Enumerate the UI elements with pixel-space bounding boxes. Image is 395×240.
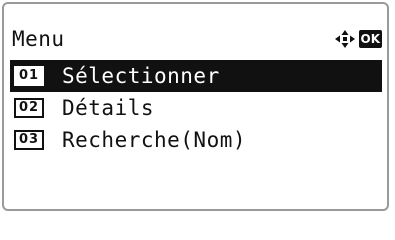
panel-screen: Menu OK 01 Sélectionner 02 Détails 03 Re… [2, 2, 389, 211]
menu-item-label: Détails [62, 96, 155, 120]
menu-item-selectionner[interactable]: 01 Sélectionner [10, 60, 382, 92]
screen-header: Menu OK [12, 24, 382, 54]
menu-list: 01 Sélectionner 02 Détails 03 Recherche(… [10, 60, 382, 156]
item-number-badge: 02 [14, 98, 44, 118]
menu-item-label: Sélectionner [62, 64, 220, 88]
item-number-badge: 03 [14, 130, 44, 150]
menu-item-recherche-nom[interactable]: 03 Recherche(Nom) [10, 124, 382, 156]
navigation-hint: OK [334, 29, 382, 49]
four-way-arrow-icon [334, 29, 356, 49]
item-number-badge: 01 [14, 66, 44, 86]
ok-key-icon: OK [358, 30, 382, 48]
menu-item-details[interactable]: 02 Détails [10, 92, 382, 124]
screen-title: Menu [12, 27, 65, 51]
menu-item-label: Recherche(Nom) [62, 128, 247, 152]
